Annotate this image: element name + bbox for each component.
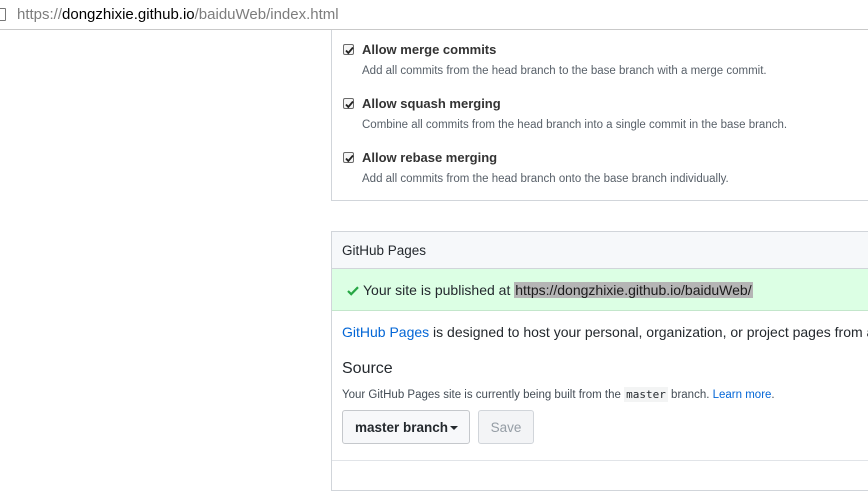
published-flash: Your site is published at https://dongzh…: [332, 269, 868, 311]
source-note-suffix: branch.: [667, 389, 713, 401]
merge-option-note: Combine all commits from the head branch…: [362, 119, 788, 131]
source-note-prefix: Your GitHub Pages site is currently bein…: [342, 389, 625, 401]
url-text[interactable]: https://dongzhixie.github.io/baiduWeb/in…: [17, 6, 339, 24]
branch-code: master: [624, 387, 668, 402]
panel-title: GitHub Pages: [342, 243, 427, 258]
checkbox-squash-merging[interactable]: [343, 98, 354, 109]
intro-text: is designed to host your personal, organ…: [429, 324, 868, 340]
published-message: Your site is published at https://dongzh…: [363, 282, 753, 298]
github-pages-link[interactable]: GitHub Pages: [342, 324, 429, 340]
url-path: /baiduWeb/index.html: [194, 6, 339, 23]
pages-intro: GitHub Pages is designed to host your pe…: [342, 324, 868, 340]
checkmark-icon: [345, 46, 354, 55]
panel-header: GitHub Pages: [332, 232, 868, 269]
save-button[interactable]: Save: [478, 410, 534, 444]
caret-down-icon: [450, 426, 458, 430]
merge-option-note: Add all commits from the head branch to …: [362, 65, 767, 77]
learn-more-link[interactable]: Learn more: [713, 389, 772, 401]
merge-option-note: Add all commits from the head branch ont…: [362, 173, 729, 185]
checkmark-icon: [345, 100, 354, 109]
checkbox-rebase-merging[interactable]: [343, 152, 354, 163]
page-icon: [0, 8, 6, 21]
published-prefix: Your site is published at: [363, 282, 515, 298]
url-scheme: https://: [17, 6, 63, 23]
merge-option-label: Allow rebase merging: [362, 150, 498, 165]
merge-options-panel: Allow merge commits Add all commits from…: [331, 30, 868, 201]
checkmark-icon: [345, 154, 354, 163]
merge-option-label: Allow merge commits: [362, 42, 497, 57]
save-button-label: Save: [490, 420, 522, 435]
checkbox-merge-commits[interactable]: [343, 44, 354, 55]
branch-select-label: master branch: [355, 420, 449, 435]
section-divider: [332, 460, 868, 461]
learn-more-period: .: [771, 389, 775, 401]
source-heading: Source: [342, 360, 393, 377]
source-note: Your GitHub Pages site is currently bein…: [342, 387, 775, 402]
browser-address-bar[interactable]: https://dongzhixie.github.io/baiduWeb/in…: [0, 0, 868, 30]
source-branch-select[interactable]: master branch: [342, 410, 470, 444]
check-icon: [347, 286, 359, 296]
url-host: dongzhixie.github.io: [62, 6, 195, 23]
merge-option-label: Allow squash merging: [362, 96, 501, 111]
published-url-link[interactable]: https://dongzhixie.github.io/baiduWeb/: [514, 282, 753, 298]
github-pages-panel: GitHub Pages Your site is published at h…: [331, 231, 868, 491]
